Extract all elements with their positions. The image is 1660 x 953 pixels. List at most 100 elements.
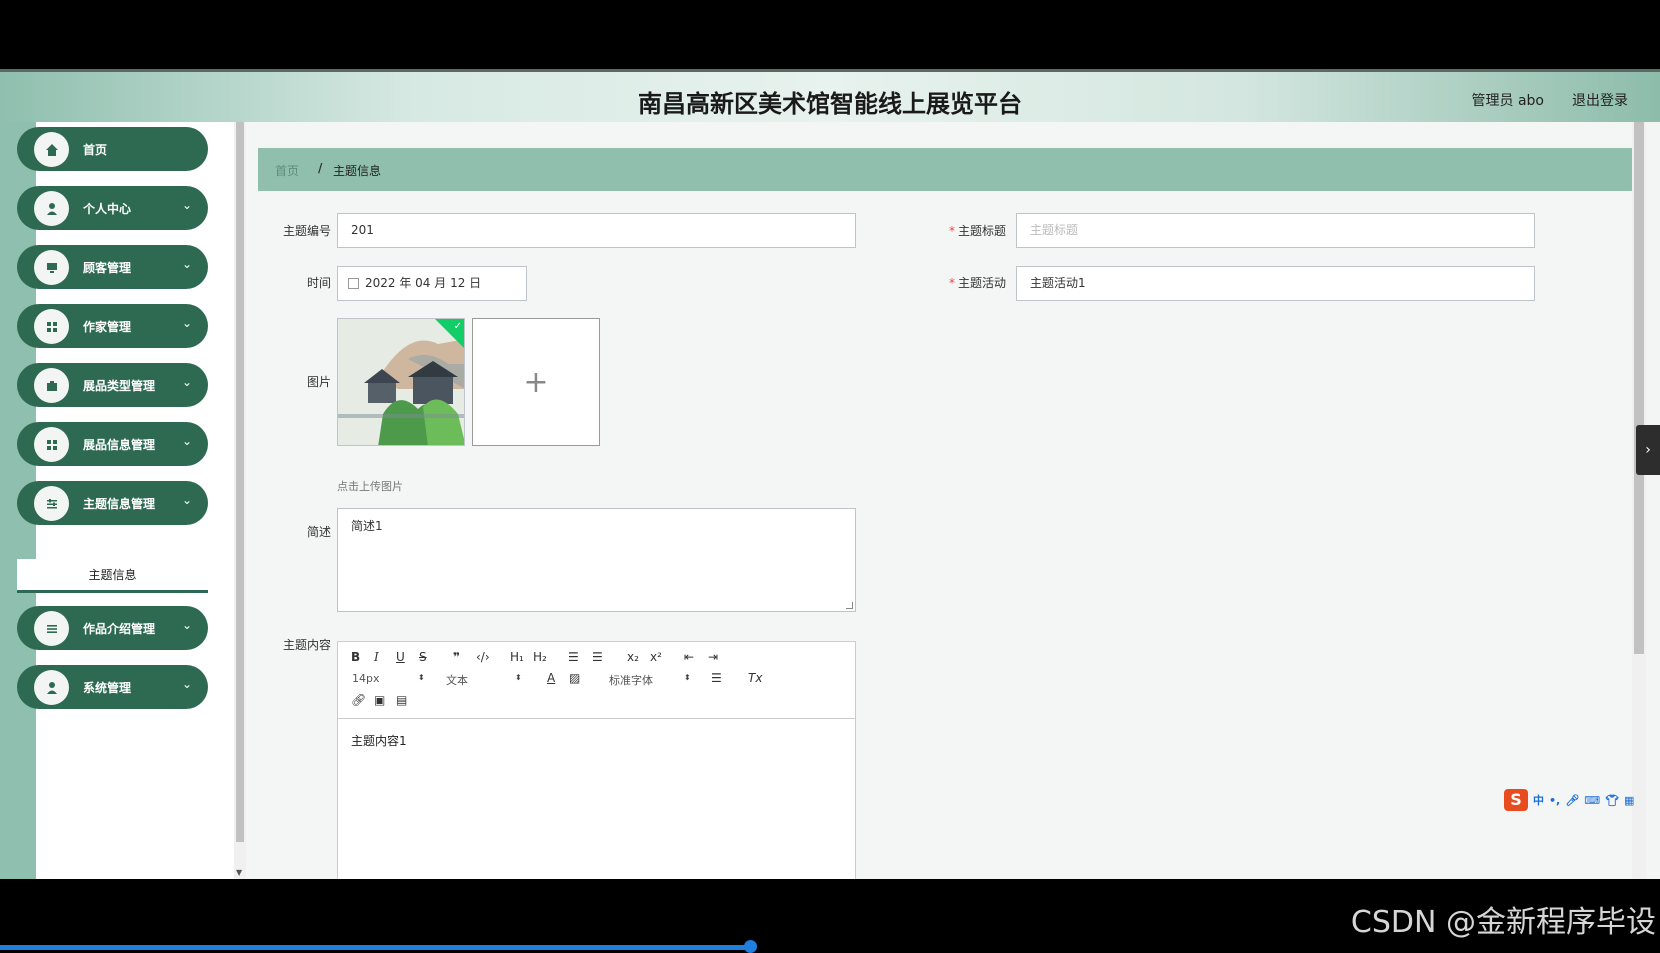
- chevron-down-icon: ⌄: [181, 375, 192, 389]
- apps-icon[interactable]: ▦: [1624, 794, 1634, 807]
- italic-icon[interactable]: I: [374, 650, 379, 664]
- breadcrumb-current: 主题信息: [333, 164, 382, 178]
- sidebar-item-label: 顾客管理: [83, 261, 132, 275]
- font-family-select[interactable]: 标准字体: [609, 672, 653, 688]
- watermark-text: CSDN @金新程序毕设: [1350, 905, 1656, 940]
- summary-textarea[interactable]: 简述1: [337, 508, 856, 612]
- chevron-right-icon: ›: [1645, 442, 1651, 458]
- sidebar-item-work-intro-management[interactable]: 作品介绍管理 ⌄: [17, 606, 208, 650]
- scroll-down-arrow-icon[interactable]: ▼: [236, 868, 242, 877]
- chevron-down-icon: ⌄: [181, 198, 192, 212]
- sidebar-item-label: 系统管理: [83, 681, 132, 695]
- outdent-icon[interactable]: ⇤: [684, 650, 694, 664]
- main-scrollbar-thumb[interactable]: [1634, 122, 1644, 654]
- monitor-icon: [34, 250, 69, 285]
- align-icon[interactable]: ☰: [711, 671, 722, 685]
- sidebar-item-personal-center[interactable]: 个人中心 ⌄: [17, 186, 208, 230]
- video-progress-handle[interactable]: [744, 940, 757, 953]
- briefcase-icon: [34, 368, 69, 403]
- video-icon[interactable]: ▤: [396, 693, 407, 707]
- punctuation-icon[interactable]: •,: [1549, 794, 1560, 807]
- subscript-icon[interactable]: x₂: [627, 650, 639, 664]
- video-frame: 南昌高新区美术馆智能线上展览平台 管理员 abo 退出登录 首页 个人中心 ⌄ …: [0, 0, 1660, 953]
- list-icon: [34, 611, 69, 646]
- side-drawer-toggle[interactable]: ›: [1636, 425, 1660, 475]
- theme-no-label: 主题编号: [282, 224, 331, 238]
- sidebar-item-author-management[interactable]: 作家管理 ⌄: [17, 304, 208, 348]
- chevron-down-icon: ⌄: [181, 434, 192, 448]
- admin-user-label: 管理员 abo: [1471, 93, 1544, 109]
- time-label: 时间: [306, 276, 331, 290]
- ime-mode-label[interactable]: 中: [1533, 792, 1544, 808]
- calendar-icon: [348, 278, 359, 289]
- clear-format-icon[interactable]: Tx: [748, 671, 762, 685]
- microphone-icon[interactable]: 🎤︎: [1565, 794, 1579, 807]
- sidebar-item-label: 展品信息管理: [83, 438, 156, 452]
- sidebar-item-label: 个人中心: [83, 202, 132, 216]
- sidebar-item-theme-info-management[interactable]: 主题信息管理 ⌄: [17, 481, 208, 525]
- theme-no-field[interactable]: 201: [337, 213, 856, 248]
- breadcrumb-separator: /: [318, 161, 323, 175]
- blockquote-icon[interactable]: ❞: [453, 650, 460, 664]
- heading2-icon[interactable]: H₂: [533, 650, 547, 664]
- heading1-icon[interactable]: H₁: [510, 650, 524, 664]
- font-color-icon[interactable]: A: [547, 671, 555, 685]
- sidebar-item-exhibit-info-management[interactable]: 展品信息管理 ⌄: [17, 422, 208, 466]
- ime-toolbar[interactable]: S 中 •, 🎤︎ ⌨ 👕︎ ▦: [1504, 788, 1658, 812]
- image-upload-button[interactable]: +: [472, 318, 600, 446]
- chevron-down-icon: ⌄: [181, 493, 192, 507]
- user-icon: [34, 191, 69, 226]
- breadcrumb-home-link[interactable]: 首页: [275, 162, 299, 179]
- theme-title-field[interactable]: 主题标题: [1016, 213, 1535, 248]
- keyboard-icon[interactable]: ⌨: [1584, 794, 1600, 807]
- strikethrough-icon[interactable]: S: [419, 650, 427, 664]
- sidebar-item-label: 作品介绍管理: [83, 622, 156, 636]
- plus-icon: +: [523, 364, 549, 400]
- logout-button[interactable]: 退出登录: [1572, 90, 1628, 110]
- time-date-value: 2022 年 04 月 12 日: [365, 276, 482, 290]
- time-date-field[interactable]: 2022 年 04 月 12 日: [337, 266, 527, 301]
- sidebar-item-label: 主题信息管理: [83, 497, 156, 511]
- sidebar-subitem-theme-info[interactable]: 主题信息: [17, 559, 208, 593]
- sidebar-item-system-management[interactable]: 系统管理 ⌄: [17, 665, 208, 709]
- chevron-down-icon: ⌄: [181, 618, 192, 632]
- sidebar-item-label: 展品类型管理: [83, 379, 156, 393]
- page-title: 南昌高新区美术馆智能线上展览平台: [638, 90, 1022, 118]
- sidebar-scrollbar-thumb[interactable]: [236, 122, 244, 842]
- summary-text: 简述1: [351, 519, 383, 533]
- sliders-icon: [34, 486, 69, 521]
- block-type-select[interactable]: 文本: [446, 672, 468, 688]
- breadcrumb: 首页 / 主题信息: [258, 148, 1638, 191]
- rich-text-editor[interactable]: B I U S ❞ ‹/› H₁ H₂ ☰ ☰ x₂ x² ⇤ ⇥ 14px ⬍: [337, 641, 856, 879]
- theme-activity-field[interactable]: 主题活动1: [1016, 266, 1535, 301]
- theme-title-label-text: 主题标题: [957, 224, 1006, 238]
- select-caret-icon: ⬍: [515, 673, 522, 682]
- indent-icon[interactable]: ⇥: [708, 650, 718, 664]
- sidebar-scrollbar[interactable]: ▼: [234, 122, 246, 879]
- sidebar-item-label: 作家管理: [83, 320, 132, 334]
- link-icon[interactable]: 🔗︎: [351, 693, 366, 707]
- superscript-icon[interactable]: x²: [650, 650, 662, 664]
- bold-icon[interactable]: B: [351, 650, 360, 664]
- skin-icon[interactable]: 👕︎: [1605, 794, 1619, 807]
- code-icon[interactable]: ‹/›: [476, 650, 490, 664]
- sidebar-item-customer-management[interactable]: 顾客管理 ⌄: [17, 245, 208, 289]
- background-color-icon[interactable]: ▨: [569, 671, 580, 685]
- sidebar-item-exhibit-type-management[interactable]: 展品类型管理 ⌄: [17, 363, 208, 407]
- bullet-list-icon[interactable]: ☰: [592, 650, 603, 664]
- main-scrollbar[interactable]: [1632, 122, 1646, 879]
- checkmark-icon: ✓: [453, 321, 462, 332]
- font-size-select[interactable]: 14px: [352, 672, 380, 685]
- editor-content-text[interactable]: 主题内容1: [351, 732, 407, 749]
- sidebar-item-home[interactable]: 首页: [17, 127, 208, 171]
- ordered-list-icon[interactable]: ☰: [568, 650, 579, 664]
- underline-icon[interactable]: U: [396, 650, 405, 664]
- uploaded-image-thumbnail[interactable]: ✓: [337, 318, 465, 446]
- editor-toolbar: B I U S ❞ ‹/› H₁ H₂ ☰ ☰ x₂ x² ⇤ ⇥ 14px ⬍: [338, 642, 855, 719]
- resize-handle-icon[interactable]: [846, 602, 853, 609]
- required-mark: *: [948, 224, 955, 238]
- grid-icon: [34, 309, 69, 344]
- chevron-down-icon: ⌄: [181, 316, 192, 330]
- video-progress-bar[interactable]: [0, 945, 752, 950]
- image-icon[interactable]: ▣: [374, 693, 385, 707]
